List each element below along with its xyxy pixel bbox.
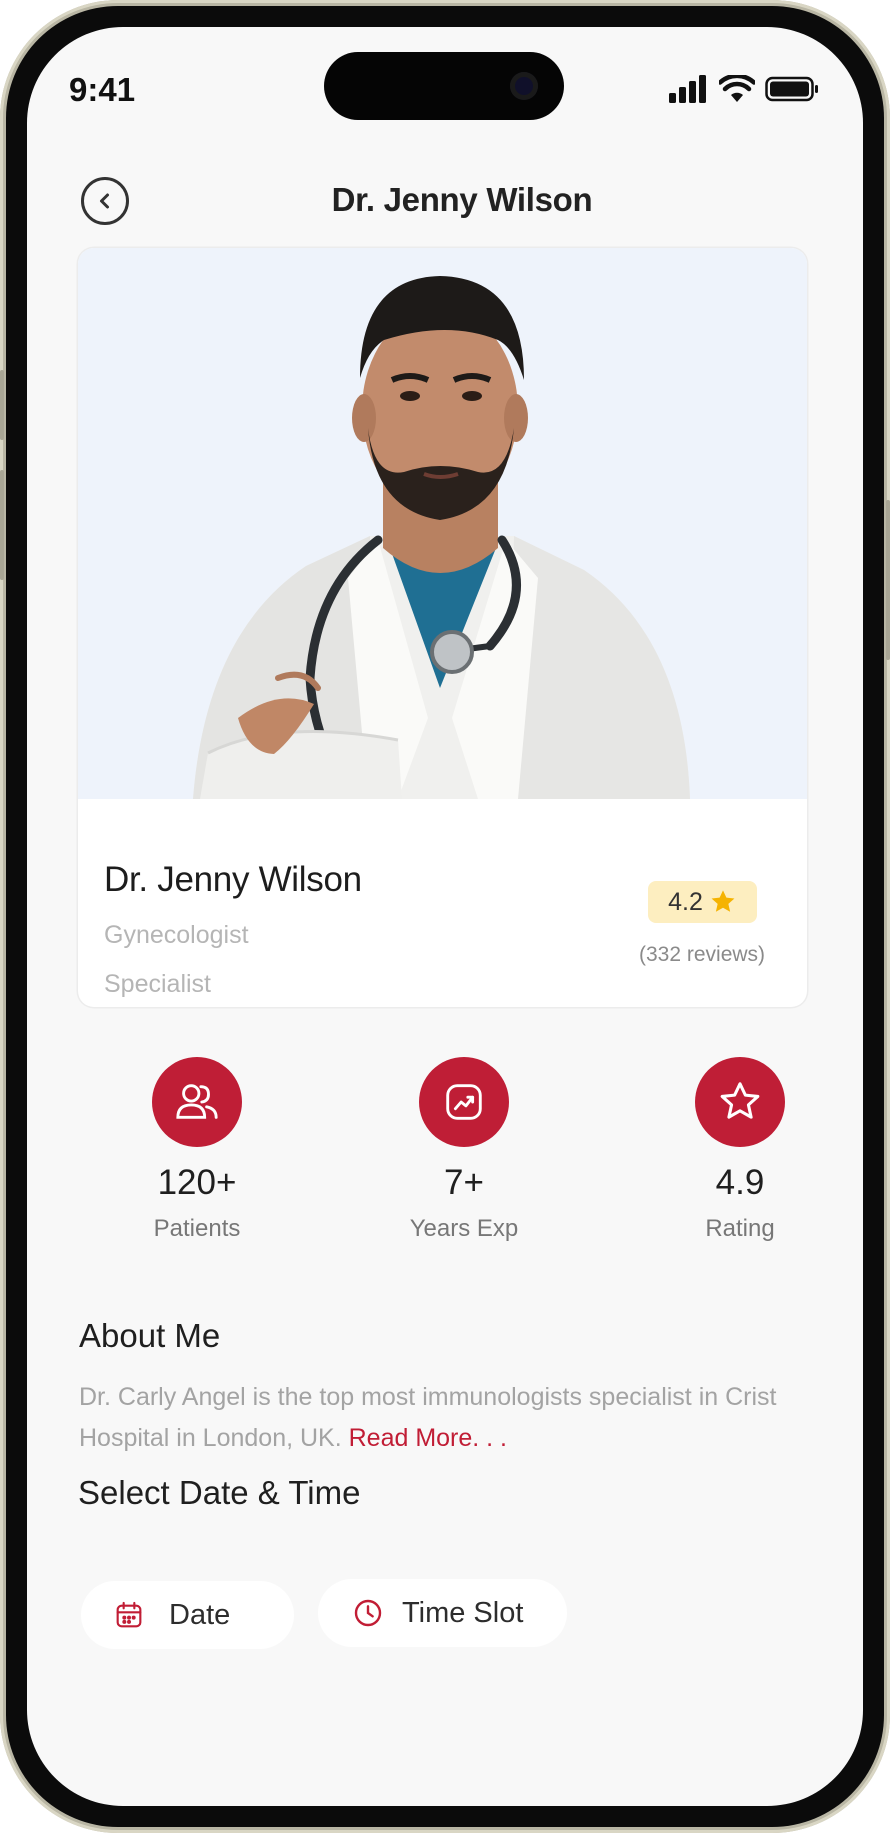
doctor-specialty: Gynecologist	[104, 921, 249, 949]
status-icons	[669, 71, 819, 107]
star-icon	[695, 1057, 785, 1147]
date-button[interactable]: Date	[81, 1581, 294, 1649]
rating-badge: 4.2	[648, 881, 757, 923]
side-button	[886, 500, 890, 660]
doctor-card: Dr. Jenny Wilson Gynecologist Specialist…	[78, 248, 807, 1007]
patients-icon	[152, 1057, 242, 1147]
stat-label: Rating	[705, 1215, 775, 1242]
reviews-count: (332 reviews)	[639, 943, 766, 966]
stat-value: 120+	[157, 1163, 237, 1202]
side-button	[0, 470, 4, 580]
camera-icon	[510, 72, 538, 100]
stat-experience: 7+ Years Exp	[364, 1057, 564, 1243]
chevron-left-icon	[100, 193, 109, 209]
phone-frame: 9:41 Dr. Jenny Wilson Dr. Jenny Wilson G…	[0, 0, 890, 1833]
page-title: Dr. Jenny Wilson	[331, 181, 593, 218]
nav-header: Dr. Jenny Wilson	[27, 167, 863, 237]
dynamic-island	[324, 52, 564, 120]
about-text: Dr. Carly Angel is the top most immunolo…	[79, 1377, 819, 1459]
doctor-specialty-level: Specialist	[104, 970, 211, 998]
time-slot-label: Time Slot	[402, 1596, 524, 1629]
read-more-link[interactable]: Read More. . .	[349, 1424, 507, 1452]
rating-value: 4.2	[668, 887, 703, 916]
stat-label: Years Exp	[409, 1215, 519, 1242]
experience-icon	[419, 1057, 509, 1147]
battery-icon	[765, 76, 818, 102]
doctor-name: Dr. Jenny Wilson	[104, 860, 362, 899]
stat-value: 4.9	[715, 1163, 765, 1202]
side-button	[0, 370, 4, 440]
calendar-icon	[116, 1601, 142, 1628]
stat-patients: 120+ Patients	[97, 1057, 297, 1243]
signal-icon	[669, 75, 706, 103]
screen: 9:41 Dr. Jenny Wilson Dr. Jenny Wilson G…	[27, 27, 863, 1806]
stat-value: 7+	[444, 1163, 484, 1202]
stat-label: Patients	[153, 1215, 241, 1242]
stat-rating: 4.9 Rating	[640, 1057, 840, 1243]
about-title: About Me	[79, 1317, 221, 1354]
select-date-time-title: Select Date & Time	[78, 1474, 361, 1511]
date-label: Date	[169, 1598, 231, 1631]
status-time: 9:41	[69, 71, 136, 108]
clock-icon	[354, 1599, 382, 1627]
doctor-photo	[78, 248, 807, 799]
back-button[interactable]	[81, 177, 129, 225]
time-slot-button[interactable]: Time Slot	[318, 1579, 567, 1647]
star-icon	[711, 890, 735, 912]
doctor-portrait	[193, 276, 690, 799]
wifi-icon	[719, 75, 755, 102]
